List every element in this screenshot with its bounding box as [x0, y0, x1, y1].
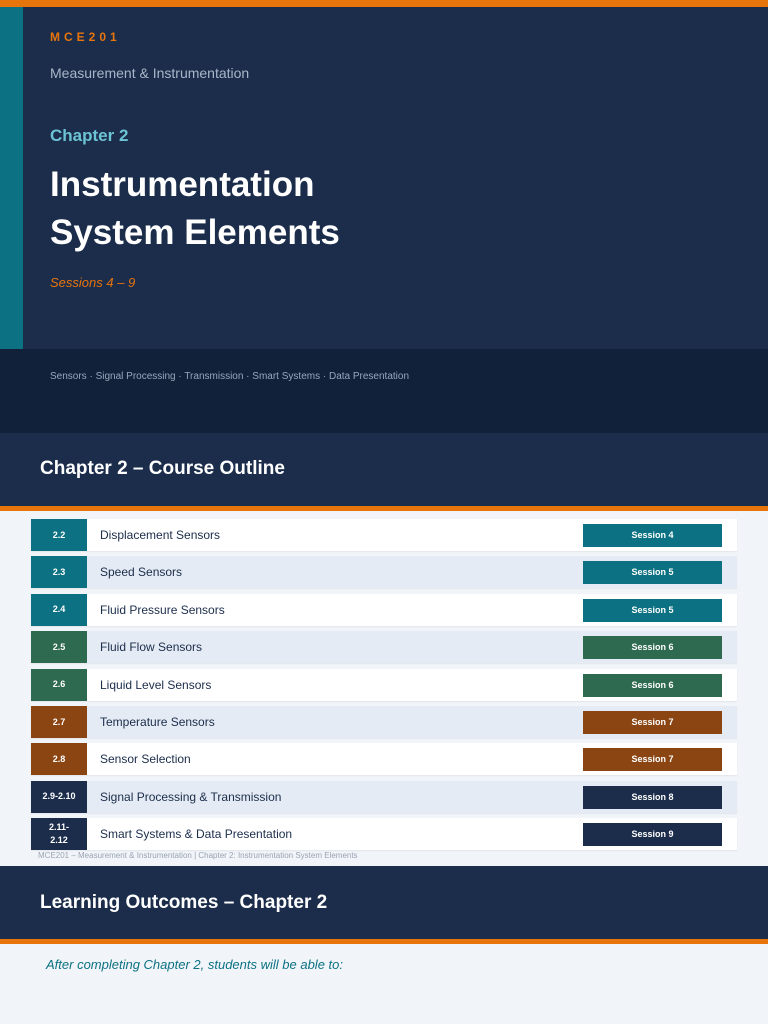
section-topic: Signal Processing & Transmission [100, 789, 282, 804]
table-row: 2.5 Fluid Flow Sensors Session 6 [31, 631, 737, 664]
title-line-2: System Elements [50, 213, 340, 252]
accent-bar [0, 0, 768, 7]
session-badge: Session 8 [583, 785, 722, 809]
slide-footer: MCE201 – Measurement & Instrumentation |… [38, 851, 358, 860]
slide-title: Instrumentation System Elements [50, 161, 650, 257]
section-topic: Displacement Sensors [100, 528, 221, 542]
session-badge: Session 5 [583, 561, 722, 585]
section-number: 2.7 [31, 706, 87, 738]
table-row: 2.8 Sensor Selection Session 7 [31, 743, 737, 776]
learning-outcomes-intro: After completing Chapter 2, students wil… [46, 957, 343, 972]
session-badge: Session 7 [583, 748, 722, 772]
learning-outcomes-title: Learning Outcomes – Chapter 2 [40, 892, 328, 913]
session-badge: Session 7 [583, 711, 722, 734]
session-badge: Session 5 [583, 598, 722, 622]
learning-outcomes-header: Learning Outcomes – Chapter 2 [0, 866, 768, 944]
section-number: 2.8 [31, 743, 87, 776]
section-number: 2.4 [31, 593, 87, 626]
topics-band: Sensors · Signal Processing · Transmissi… [0, 349, 768, 433]
section-topic: Fluid Flow Sensors [100, 640, 203, 655]
section-topic: Liquid Level Sensors [100, 677, 212, 692]
section-number: 2.11- 2.12 [31, 818, 87, 851]
side-accent-bar [0, 7, 23, 349]
section-number: 2.3 [31, 556, 87, 589]
section-topic: Speed Sensors [100, 565, 183, 580]
section-number: 2.6 [31, 668, 87, 701]
table-row: 2.7 Temperature Sensors Session 7 [31, 706, 737, 738]
table-row: 2.11- 2.12 Smart Systems & Data Presentati… [31, 818, 737, 851]
table-row: 2.4 Fluid Pressure Sensors Session 5 [31, 593, 737, 626]
section-number: 2.9-2.10 [31, 780, 87, 813]
sessions-range: Sessions 4 – 9 [50, 275, 136, 290]
section-topic: Fluid Pressure Sensors [100, 602, 225, 617]
session-badge: Session 6 [583, 636, 722, 660]
outline-header: Chapter 2 – Course Outline [0, 433, 768, 511]
chapter-label: Chapter 2 [50, 126, 129, 145]
table-row: 2.3 Speed Sensors Session 5 [31, 556, 737, 589]
table-row: 2.6 Liquid Level Sensors Session 6 [31, 668, 737, 701]
section-topic: Sensor Selection [100, 752, 191, 767]
topics-list: Sensors · Signal Processing · Transmissi… [50, 371, 410, 382]
title-slide: MCE201 Measurement & Instrumentation Cha… [0, 0, 768, 349]
course-code: MCE201 [50, 30, 121, 44]
title-line-1: Instrumentation [50, 165, 315, 204]
outline-title: Chapter 2 – Course Outline [40, 458, 285, 479]
section-topic: Smart Systems & Data Presentation [100, 827, 293, 842]
header-rule [0, 939, 768, 944]
session-badge: Session 6 [583, 673, 722, 697]
table-row: 2.2 Displacement Sensors Session 4 [31, 519, 737, 551]
session-badge: Session 9 [583, 823, 722, 847]
section-topic: Temperature Sensors [100, 715, 215, 729]
course-name: Measurement & Instrumentation [50, 65, 250, 81]
section-number: 2.5 [31, 631, 87, 664]
section-number: 2.2 [31, 519, 87, 551]
table-row: 2.9-2.10 Signal Processing & Transmission… [31, 780, 737, 813]
session-badge: Session 4 [583, 524, 722, 547]
